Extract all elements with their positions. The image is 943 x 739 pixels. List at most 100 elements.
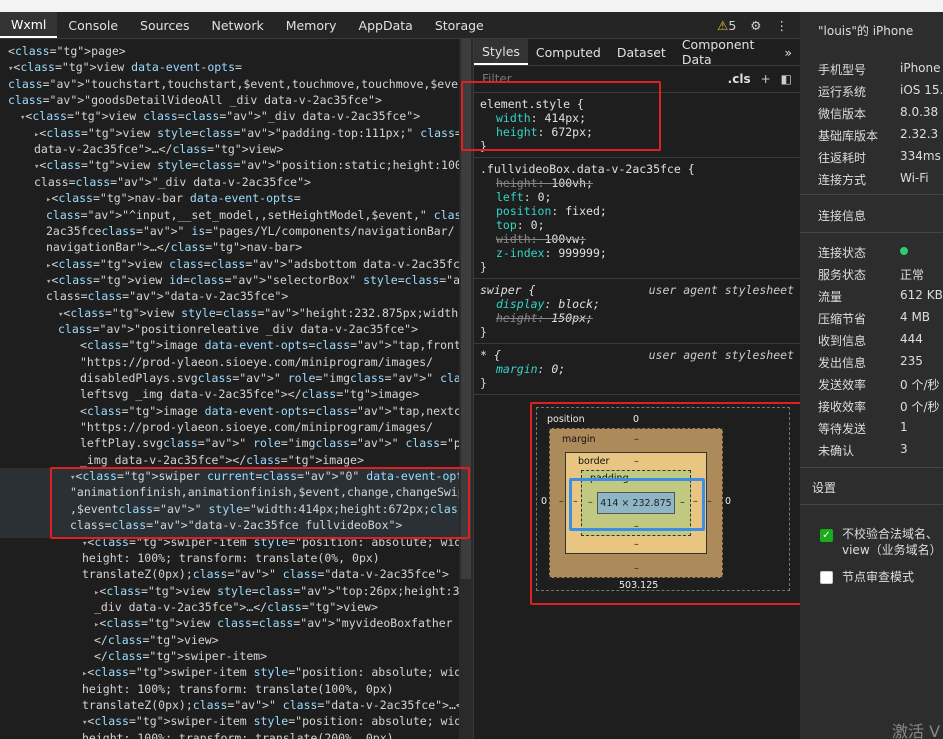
- css-declaration[interactable]: margin: 0;: [480, 362, 794, 376]
- info-key: 发出信息: [818, 356, 867, 370]
- tree-line[interactable]: class=class="av">"_div data-v-2ac35fce">: [34, 174, 311, 190]
- info-key: 手机型号: [818, 63, 867, 77]
- styles-tab-bar: Styles Computed Dataset Component Data»: [474, 37, 800, 67]
- rule-close: }: [480, 325, 487, 339]
- info-key: 基础库版本: [818, 129, 879, 143]
- tree-line[interactable]: disabledPlays.svgclass="av">" role="imgc…: [80, 370, 459, 386]
- css-declaration[interactable]: height: 150px;: [480, 311, 794, 325]
- info-value: 0 个/秒: [900, 378, 940, 392]
- tab-sources[interactable]: Sources: [129, 12, 200, 38]
- node-inspect-checkbox[interactable]: [820, 571, 833, 584]
- tree-line[interactable]: translateZ(0px);class="av">" class="data…: [82, 697, 459, 713]
- css-property: top: [496, 218, 517, 232]
- styles-tab-styles[interactable]: Styles: [474, 39, 528, 65]
- tree-line[interactable]: class=class="av">"data-v-2ac35fce">: [46, 288, 288, 304]
- tree-line[interactable]: 2ac35fceclass="av">" is="pages/YL/compon…: [46, 223, 455, 239]
- tree-line[interactable]: _img data-v-2ac35fce"></class="tg">image…: [80, 452, 364, 468]
- tree-line[interactable]: height: 100%; transform: translate(200%,…: [82, 730, 394, 739]
- more-icon[interactable]: ⋮: [776, 18, 789, 33]
- info-key: 服务状态: [818, 268, 867, 282]
- device-info-row: 微信版本 8.0.38: [818, 105, 943, 122]
- tree-line[interactable]: leftPlay.svgclass="av">" role="imgclass=…: [80, 435, 459, 451]
- tab-memory[interactable]: Memory: [275, 12, 348, 38]
- info-key: 未确认: [818, 444, 855, 458]
- warning-count[interactable]: ⚠5: [717, 18, 736, 33]
- css-property: width: [496, 232, 531, 246]
- info-value: [900, 244, 908, 258]
- tree-line[interactable]: class="av">"positionreleative _div data-…: [58, 321, 418, 337]
- styles-tab-computed[interactable]: Computed: [528, 39, 609, 65]
- divider: [800, 504, 943, 505]
- divider: [800, 467, 943, 468]
- tree-line[interactable]: leftsvg _img data-v-2ac35fce"></class="t…: [80, 386, 419, 402]
- info-value: 8.0.38: [900, 105, 939, 119]
- tab-network[interactable]: Network: [201, 12, 275, 38]
- info-value: 334ms: [900, 149, 941, 163]
- info-key: 收到信息: [818, 334, 867, 348]
- tree-line[interactable]: <class="tg">image data-event-opts=class=…: [80, 403, 459, 419]
- tree-line[interactable]: <class="tg">image data-event-opts=class=…: [80, 337, 459, 353]
- info-key: 等待发送: [818, 422, 867, 436]
- styles-tab-dataset[interactable]: Dataset: [609, 39, 674, 65]
- rule-close: }: [480, 376, 487, 390]
- tree-line[interactable]: </class="tg">view>: [94, 632, 219, 648]
- connection-row: 未确认 3: [818, 442, 943, 459]
- css-property: left: [496, 190, 524, 204]
- css-declaration[interactable]: z-index: 999999;: [480, 246, 794, 260]
- tree-line[interactable]: navigationBar">…</class="tg">nav-bar>: [46, 239, 302, 255]
- status-dot-icon: [900, 247, 908, 255]
- toggle-sidebar-icon[interactable]: ◧: [781, 72, 792, 86]
- css-rule-swiper: swiper {user agent stylesheet display: bl…: [474, 279, 800, 344]
- tab-console[interactable]: Console: [57, 12, 129, 38]
- css-value: fixed;: [565, 204, 607, 218]
- connection-row: 连接状态: [818, 244, 943, 261]
- rule-selector[interactable]: .fullvideoBox.data-v-2ac35fce {: [480, 162, 794, 176]
- cls-toggle[interactable]: .cls: [728, 72, 751, 86]
- tree-line[interactable]: data-v-2ac35fce">…</class="tg">view>: [34, 141, 283, 157]
- gear-icon[interactable]: ⚙: [750, 18, 761, 33]
- more-tabs-icon[interactable]: »: [776, 39, 800, 65]
- tree-line[interactable]: class="av">"goodsDetailVideoAll _div dat…: [8, 92, 382, 108]
- tree-line[interactable]: translateZ(0px);class="av">" class="data…: [82, 566, 449, 582]
- css-declaration[interactable]: position: fixed;: [480, 204, 794, 218]
- tree-line[interactable]: </class="tg">swiper-item>: [94, 648, 267, 664]
- css-declaration[interactable]: height: 100vh;: [480, 176, 794, 190]
- tree-line[interactable]: "https://prod-ylaeon.sioeye.com/miniprog…: [80, 419, 433, 435]
- tree-line[interactable]: "https://prod-ylaeon.sioeye.com/miniprog…: [80, 354, 433, 370]
- rule-selector[interactable]: * {user agent stylesheet: [480, 348, 794, 362]
- tab-storage[interactable]: Storage: [424, 12, 495, 38]
- tree-line[interactable]: height: 100%; transform: translate(100%,…: [82, 681, 394, 697]
- styles-tab-component-data[interactable]: Component Data: [674, 37, 777, 67]
- tab-wxml[interactable]: Wxml: [0, 12, 58, 38]
- connection-row: 接收效率 0 个/秒: [818, 398, 943, 415]
- info-key: 往返耗时: [818, 151, 867, 165]
- device-info-row: 运行系统 iOS 15.4: [818, 83, 943, 100]
- info-value: iPhone 7: [900, 61, 943, 75]
- tree-line[interactable]: height: 100%; transform: translate(0%, 0…: [82, 550, 380, 566]
- css-value: block;: [558, 297, 600, 311]
- css-declaration[interactable]: left: 0;: [480, 190, 794, 204]
- tree-line[interactable]: class="av">"touchstart,touchstart,$event…: [8, 76, 459, 92]
- skip-domain-check-checkbox[interactable]: ✓: [820, 529, 833, 542]
- css-declaration[interactable]: top: 0;: [480, 218, 794, 232]
- device-info-row: 基础库版本 2.32.3 [9: [818, 127, 943, 144]
- tree-line[interactable]: _div data-v-2ac35fce">…</class="tg">view…: [94, 599, 378, 615]
- css-property: z-index: [496, 246, 545, 260]
- info-key: 接收效率: [818, 400, 867, 414]
- add-rule-icon[interactable]: +: [761, 72, 771, 86]
- rule-selector[interactable]: swiper {user agent stylesheet: [480, 283, 794, 297]
- tree-line[interactable]: <class="tg">page>: [8, 43, 126, 59]
- tree-line[interactable]: class="av">"^input,__set_model,,setHeigh…: [46, 207, 459, 223]
- connection-row: 服务状态 正常: [818, 266, 943, 283]
- css-value: 0;: [537, 190, 552, 204]
- divider: [800, 232, 943, 233]
- device-info-panel: "louis"的 iPhone 手机型号 iPhone 7 运行系统 iOS 15.4…: [800, 12, 943, 739]
- css-property: position: [496, 204, 552, 218]
- css-declaration[interactable]: display: block;: [480, 297, 794, 311]
- info-key: 连接状态: [818, 246, 867, 260]
- info-value: iOS 15.4: [900, 83, 943, 97]
- tab-appdata[interactable]: AppData: [348, 12, 424, 38]
- connection-header: 连接信息: [818, 209, 867, 223]
- css-value: 0;: [551, 362, 566, 376]
- css-declaration[interactable]: width: 100vw;: [480, 232, 794, 246]
